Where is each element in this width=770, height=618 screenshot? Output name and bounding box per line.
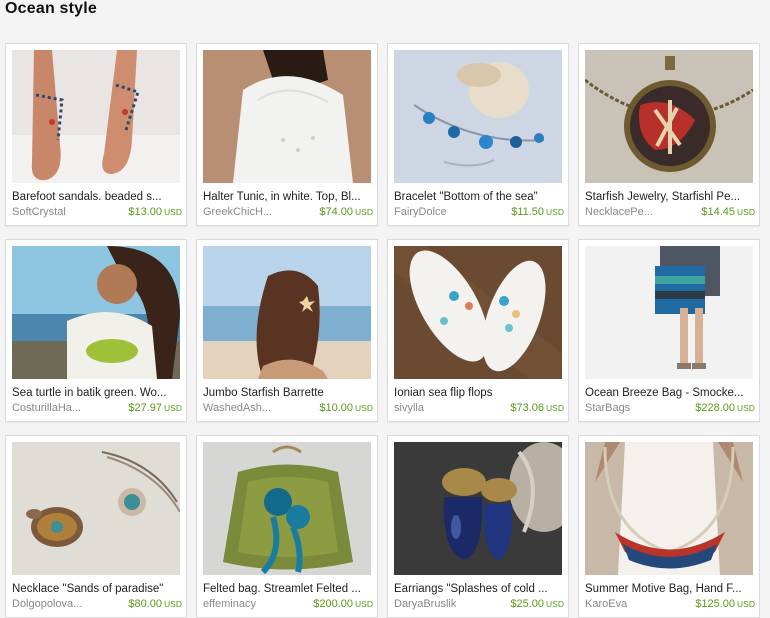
product-card[interactable]: Starfish Jewelry, Starfishl Pe... Neckla…	[578, 43, 760, 226]
product-card[interactable]: Jumbo Starfish Barrette WashedAsh... $10…	[196, 239, 378, 422]
product-thumbnail[interactable]	[585, 442, 753, 575]
product-card[interactable]: Necklace "Sands of paradise" Dolgopolova…	[5, 435, 187, 618]
product-thumbnail[interactable]	[585, 50, 753, 183]
product-thumbnail[interactable]	[12, 246, 180, 379]
price: $228.00 USD	[695, 402, 755, 414]
price: $73.06 USD	[510, 402, 564, 414]
product-thumbnail[interactable]	[203, 246, 371, 379]
product-card[interactable]: Sea turtle in batik green. Wo... Costuri…	[5, 239, 187, 422]
shop-name[interactable]: NecklacePe...	[585, 206, 653, 218]
shop-name[interactable]: SoftCrystal	[12, 206, 66, 218]
price: $200.00 USD	[313, 598, 373, 610]
product-thumbnail[interactable]	[12, 50, 180, 183]
price: $25.00 USD	[510, 598, 564, 610]
page-title: Ocean style	[5, 0, 98, 17]
product-name[interactable]: Felted bag. Streamlet Felted ...	[203, 583, 373, 595]
product-card[interactable]: Halter Tunic, in white. Top, Bl... Greek…	[196, 43, 378, 226]
product-card[interactable]: Ionian sea flip flops sivylla $73.06 USD	[387, 239, 569, 422]
product-card[interactable]: Felted bag. Streamlet Felted ... effemin…	[196, 435, 378, 618]
product-name[interactable]: Ionian sea flip flops	[394, 387, 564, 399]
shop-name[interactable]: WashedAsh...	[203, 402, 271, 414]
product-name[interactable]: Sea turtle in batik green. Wo...	[12, 387, 182, 399]
product-grid: Barefoot sandals. beaded s... SoftCrysta…	[5, 43, 760, 618]
product-name[interactable]: Bracelet "Bottom of the sea"	[394, 191, 564, 203]
product-name[interactable]: Earriangs "Splashes of cold ...	[394, 583, 564, 595]
product-name[interactable]: Necklace "Sands of paradise"	[12, 583, 182, 595]
product-card[interactable]: Ocean Breeze Bag - Smocke... StarBags $2…	[578, 239, 760, 422]
price: $125.00 USD	[695, 598, 755, 610]
product-thumbnail[interactable]	[12, 442, 180, 575]
price: $13.00 USD	[128, 206, 182, 218]
shop-name[interactable]: KaroEva	[585, 598, 627, 610]
product-card[interactable]: Summer Motive Bag, Hand F... KaroEva $12…	[578, 435, 760, 618]
product-card[interactable]: Bracelet "Bottom of the sea" FairyDolce …	[387, 43, 569, 226]
product-name[interactable]: Ocean Breeze Bag - Smocke...	[585, 387, 755, 399]
product-thumbnail[interactable]	[585, 246, 753, 379]
shop-name[interactable]: FairyDolce	[394, 206, 447, 218]
product-name[interactable]: Starfish Jewelry, Starfishl Pe...	[585, 191, 755, 203]
price: $14.45 USD	[701, 206, 755, 218]
product-thumbnail[interactable]	[203, 50, 371, 183]
shop-name[interactable]: DaryaBruslik	[394, 598, 456, 610]
product-thumbnail[interactable]	[394, 50, 562, 183]
product-name[interactable]: Jumbo Starfish Barrette	[203, 387, 373, 399]
shop-name[interactable]: sivylla	[394, 402, 424, 414]
shop-name[interactable]: effeminacy	[203, 598, 256, 610]
product-card[interactable]: Earriangs "Splashes of cold ... DaryaBru…	[387, 435, 569, 618]
product-thumbnail[interactable]	[203, 442, 371, 575]
shop-name[interactable]: GreekChicH...	[203, 206, 272, 218]
product-card[interactable]: Barefoot sandals. beaded s... SoftCrysta…	[5, 43, 187, 226]
shop-name[interactable]: Dolgopolova...	[12, 598, 82, 610]
product-thumbnail[interactable]	[394, 246, 562, 379]
price: $27.97 USD	[128, 402, 182, 414]
shop-name[interactable]: StarBags	[585, 402, 630, 414]
product-name[interactable]: Barefoot sandals. beaded s...	[12, 191, 182, 203]
product-name[interactable]: Summer Motive Bag, Hand F...	[585, 583, 755, 595]
price: $80.00 USD	[128, 598, 182, 610]
product-name[interactable]: Halter Tunic, in white. Top, Bl...	[203, 191, 373, 203]
product-thumbnail[interactable]	[394, 442, 562, 575]
price: $11.50 USD	[511, 206, 564, 218]
price: $74.00 USD	[319, 206, 373, 218]
shop-name[interactable]: CosturillaHa...	[12, 402, 81, 414]
price: $10.00 USD	[319, 402, 373, 414]
